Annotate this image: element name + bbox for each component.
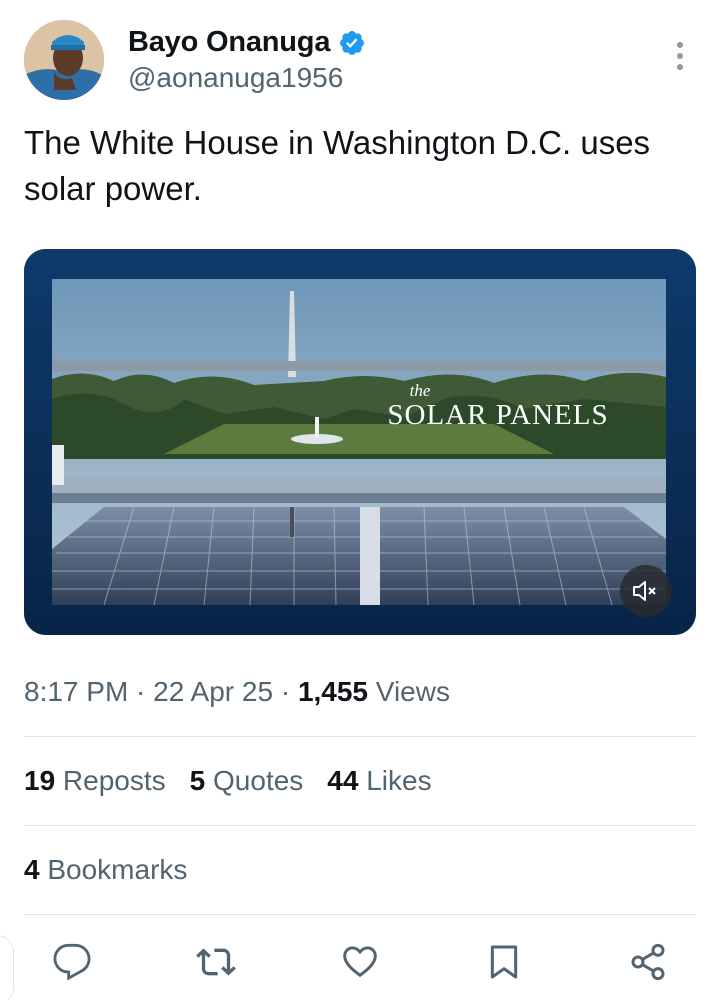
tweet-header: Bayo Onanuga @aonanuga1956: [24, 20, 696, 104]
video-overlay-small: the: [410, 381, 431, 400]
reposts-label: Reposts: [55, 765, 166, 796]
bookmark-button[interactable]: [482, 940, 526, 984]
likes-stat[interactable]: 44 Likes: [327, 765, 431, 797]
avatar[interactable]: [24, 20, 104, 100]
views-label: Views: [368, 676, 450, 707]
repost-icon: [196, 948, 236, 976]
repost-button[interactable]: [194, 940, 238, 984]
reposts-stat[interactable]: 19 Reposts: [24, 765, 166, 797]
reply-button[interactable]: [50, 940, 94, 984]
tweet-time[interactable]: 8:17 PM: [24, 676, 128, 707]
quotes-count: 5: [189, 765, 206, 796]
volume-muted-icon: [633, 581, 656, 601]
author-handle[interactable]: @aonanuga1956: [128, 62, 343, 94]
mute-toggle-button[interactable]: [620, 565, 672, 617]
video-frame: the SOLAR PANELS: [24, 249, 696, 635]
author-name[interactable]: Bayo Onanuga: [128, 26, 330, 59]
meta-separator: ·: [273, 676, 298, 707]
share-button[interactable]: [626, 940, 670, 984]
tweet-text: The White House in Washington D.C. uses …: [24, 124, 651, 207]
divider: [24, 825, 696, 826]
verified-badge-icon: [338, 29, 366, 57]
divider: [24, 736, 696, 737]
bookmark-icon: [490, 945, 518, 979]
more-options-icon[interactable]: [668, 38, 692, 74]
bookmarks-label: Bookmarks: [39, 854, 188, 885]
reply-icon: [53, 943, 91, 981]
reposts-count: 19: [24, 765, 56, 796]
engagement-stats: 19 Reposts 5 Quotes 44 Likes: [24, 765, 432, 797]
video-overlay-title: SOLAR PANELS: [387, 399, 608, 431]
likes-label: Likes: [358, 765, 432, 796]
bookmarks-count: 4: [24, 854, 40, 885]
meta-separator: ·: [128, 676, 154, 707]
likes-count: 44: [327, 765, 359, 796]
action-bar: [0, 940, 720, 988]
tweet-meta: 8:17 PM · 22 Apr 25 · 1,455 Views: [24, 676, 450, 708]
views-count: 1,455: [297, 676, 369, 707]
like-icon: [343, 946, 377, 977]
share-icon: [631, 943, 665, 981]
quotes-stat[interactable]: 5 Quotes: [190, 765, 304, 797]
like-button[interactable]: [338, 940, 382, 984]
bookmarks-stat[interactable]: 4 Bookmarks: [24, 854, 187, 886]
tweet-date[interactable]: 22 Apr 25: [153, 676, 273, 707]
divider: [24, 914, 696, 915]
video-player[interactable]: the SOLAR PANELS: [24, 249, 696, 635]
quotes-label: Quotes: [205, 765, 304, 796]
